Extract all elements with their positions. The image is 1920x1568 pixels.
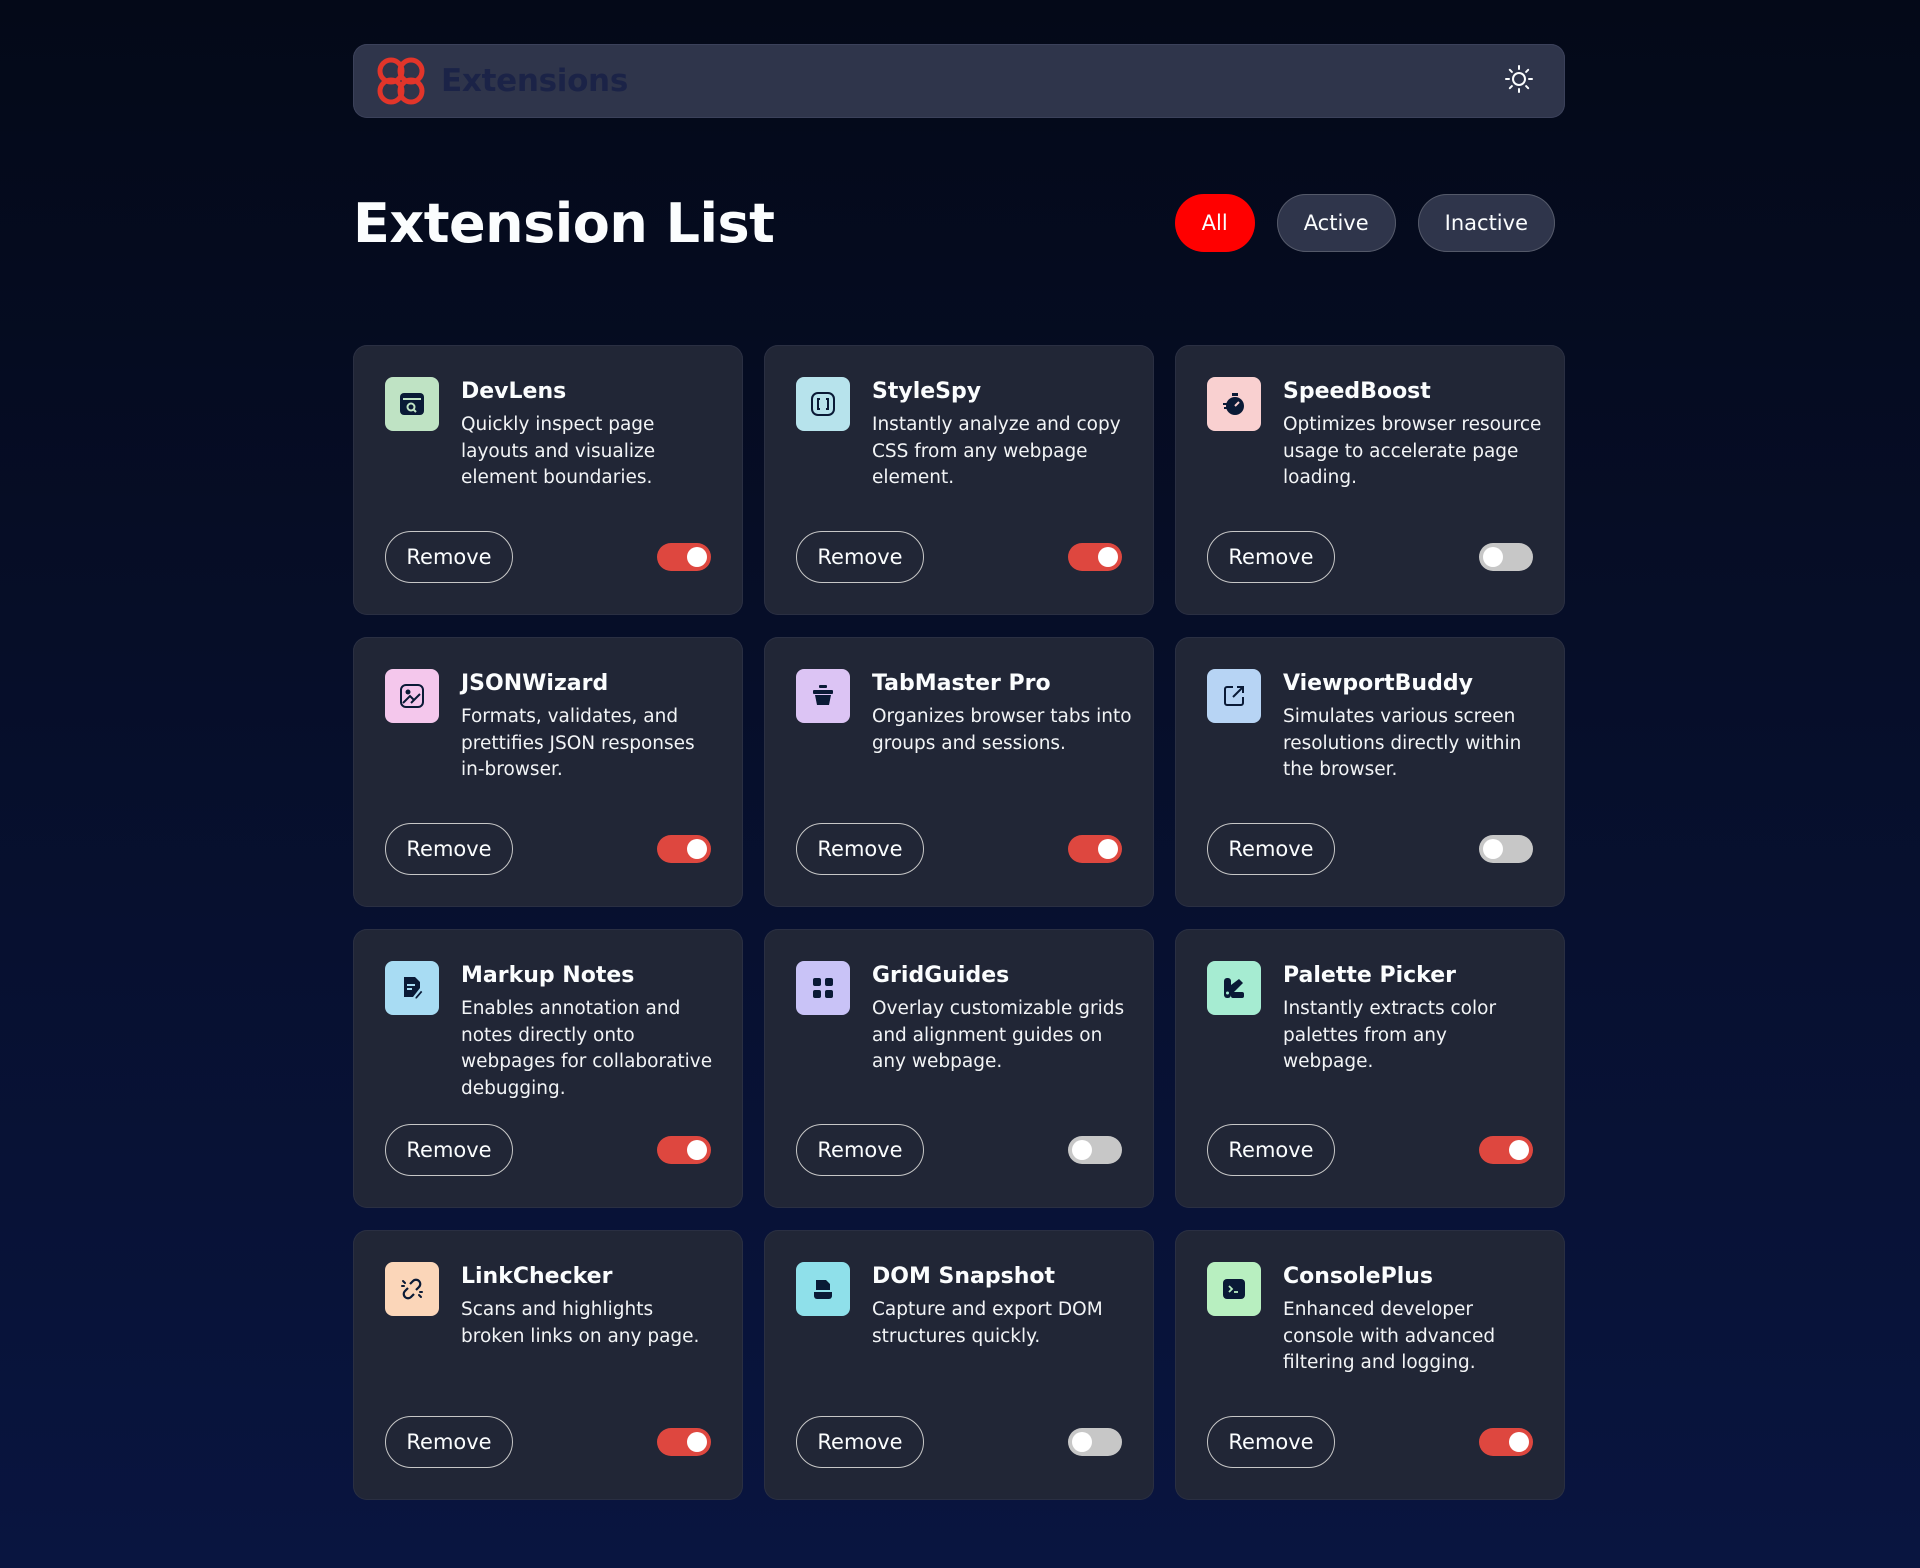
filter-group: All Active Inactive bbox=[1174, 194, 1555, 252]
pot-icon bbox=[796, 669, 850, 723]
extension-name: StyleSpy bbox=[872, 379, 982, 404]
remove-button[interactable]: Remove bbox=[385, 823, 513, 875]
toggle-knob bbox=[1098, 547, 1118, 567]
extension-card-stylespy: StyleSpy Instantly analyze and copy CSS … bbox=[764, 345, 1154, 615]
extension-card-consoleplus: ConsolePlus Enhanced developer console w… bbox=[1175, 1230, 1565, 1500]
toggle-knob bbox=[1483, 547, 1503, 567]
remove-button[interactable]: Remove bbox=[796, 1416, 924, 1468]
extension-description: Scans and highlights broken links on any… bbox=[461, 1299, 700, 1347]
extension-card-jsonwizard: JSONWizard Formats, validates, and prett… bbox=[353, 637, 743, 907]
filter-active-button[interactable]: Active bbox=[1276, 194, 1396, 252]
toggle-knob bbox=[687, 839, 707, 859]
external-window-icon bbox=[1207, 669, 1261, 723]
extension-card-speedboost: SpeedBoost Optimizes browser resource us… bbox=[1175, 345, 1565, 615]
toggle-knob bbox=[1072, 1432, 1092, 1452]
extension-card-devlens: DevLens Quickly inspect page layouts and… bbox=[353, 345, 743, 615]
extension-card-gridguides: GridGuides Overlay customizable grids an… bbox=[764, 929, 1154, 1208]
extension-description: Enhanced developer console with advanced… bbox=[1283, 1299, 1496, 1373]
extension-description: Organizes browser tabs into groups and s… bbox=[872, 706, 1132, 754]
remove-button[interactable]: Remove bbox=[796, 1124, 924, 1176]
extension-toggle[interactable] bbox=[1479, 1428, 1533, 1456]
wand-image-icon bbox=[385, 669, 439, 723]
terminal-icon bbox=[1207, 1262, 1261, 1316]
extension-name: Palette Picker bbox=[1283, 963, 1456, 988]
extension-name: LinkChecker bbox=[461, 1264, 613, 1289]
extension-card-linkchecker: LinkChecker Scans and highlights broken … bbox=[353, 1230, 743, 1500]
extension-toggle[interactable] bbox=[657, 1428, 711, 1456]
extension-toggle[interactable] bbox=[1068, 543, 1122, 571]
code-brackets-icon bbox=[796, 377, 850, 431]
extension-toggle[interactable] bbox=[1068, 1428, 1122, 1456]
extension-name: JSONWizard bbox=[461, 671, 609, 696]
remove-button[interactable]: Remove bbox=[385, 1124, 513, 1176]
filter-inactive-button[interactable]: Inactive bbox=[1417, 194, 1555, 252]
extension-toggle[interactable] bbox=[1479, 835, 1533, 863]
extension-description: Quickly inspect page layouts and visuali… bbox=[461, 414, 656, 488]
brand-name: Extensions bbox=[441, 63, 628, 99]
brand: Extensions bbox=[373, 53, 628, 109]
stopwatch-icon bbox=[1207, 377, 1261, 431]
extension-name: GridGuides bbox=[872, 963, 1010, 988]
remove-button[interactable]: Remove bbox=[796, 823, 924, 875]
extension-name: ViewportBuddy bbox=[1283, 671, 1473, 696]
extension-description: Capture and export DOM structures quickl… bbox=[872, 1299, 1103, 1347]
toggle-knob bbox=[687, 547, 707, 567]
toggle-knob bbox=[1483, 839, 1503, 859]
extension-name: DevLens bbox=[461, 379, 567, 404]
remove-button[interactable]: Remove bbox=[385, 1416, 513, 1468]
extension-description: Simulates various screen resolutions dir… bbox=[1283, 706, 1522, 780]
extensions-logo-icon bbox=[373, 53, 429, 109]
toggle-knob bbox=[1072, 1140, 1092, 1160]
extension-description: Instantly analyze and copy CSS from any … bbox=[872, 414, 1121, 488]
broken-link-icon bbox=[385, 1262, 439, 1316]
extension-card-markup-notes: Markup Notes Enables annotation and note… bbox=[353, 929, 743, 1208]
remove-button[interactable]: Remove bbox=[1207, 1416, 1335, 1468]
app-container: Extensions Extension List All Active Ina… bbox=[353, 44, 1565, 1500]
top-header: Extensions bbox=[353, 44, 1565, 118]
extension-toggle[interactable] bbox=[1479, 1136, 1533, 1164]
toggle-knob bbox=[1098, 839, 1118, 859]
extension-description: Formats, validates, and prettifies JSON … bbox=[461, 706, 695, 780]
theme-toggle-button[interactable] bbox=[1493, 55, 1545, 107]
extension-description: Enables annotation and notes directly on… bbox=[461, 998, 713, 1099]
extension-toggle[interactable] bbox=[657, 543, 711, 571]
extension-toggle[interactable] bbox=[1068, 1136, 1122, 1164]
extension-name: SpeedBoost bbox=[1283, 379, 1431, 404]
remove-button[interactable]: Remove bbox=[1207, 823, 1335, 875]
sun-icon bbox=[1504, 64, 1534, 98]
extensions-grid: DevLens Quickly inspect page layouts and… bbox=[353, 345, 1565, 1500]
extension-card-palette-picker: Palette Picker Instantly extracts color … bbox=[1175, 929, 1565, 1208]
extension-description: Instantly extracts color palettes from a… bbox=[1283, 998, 1497, 1072]
filter-all-button[interactable]: All bbox=[1174, 194, 1255, 252]
extension-card-dom-snapshot: DOM Snapshot Capture and export DOM stru… bbox=[764, 1230, 1154, 1500]
snapshot-icon bbox=[796, 1262, 850, 1316]
extension-toggle[interactable] bbox=[657, 835, 711, 863]
page-title: Extension List bbox=[353, 191, 775, 255]
extension-toggle[interactable] bbox=[657, 1136, 711, 1164]
palette-icon bbox=[1207, 961, 1261, 1015]
extension-card-viewportbuddy: ViewportBuddy Simulates various screen r… bbox=[1175, 637, 1565, 907]
extension-name: ConsolePlus bbox=[1283, 1264, 1434, 1289]
extension-card-tabmaster-pro: TabMaster Pro Organizes browser tabs int… bbox=[764, 637, 1154, 907]
remove-button[interactable]: Remove bbox=[796, 531, 924, 583]
remove-button[interactable]: Remove bbox=[385, 531, 513, 583]
extension-description: Overlay customizable grids and alignment… bbox=[872, 998, 1125, 1072]
extension-toggle[interactable] bbox=[1479, 543, 1533, 571]
note-pencil-icon bbox=[385, 961, 439, 1015]
toggle-knob bbox=[687, 1140, 707, 1160]
grid-icon bbox=[796, 961, 850, 1015]
remove-button[interactable]: Remove bbox=[1207, 531, 1335, 583]
extension-description: Optimizes browser resource usage to acce… bbox=[1283, 414, 1542, 488]
extension-toggle[interactable] bbox=[1068, 835, 1122, 863]
toggle-knob bbox=[1509, 1432, 1529, 1452]
toggle-knob bbox=[687, 1432, 707, 1452]
remove-button[interactable]: Remove bbox=[1207, 1124, 1335, 1176]
title-row: Extension List All Active Inactive bbox=[353, 191, 1565, 255]
extension-name: DOM Snapshot bbox=[872, 1264, 1056, 1289]
extension-name: Markup Notes bbox=[461, 963, 635, 988]
inspect-window-icon bbox=[385, 377, 439, 431]
extension-name: TabMaster Pro bbox=[872, 671, 1051, 696]
toggle-knob bbox=[1509, 1140, 1529, 1160]
